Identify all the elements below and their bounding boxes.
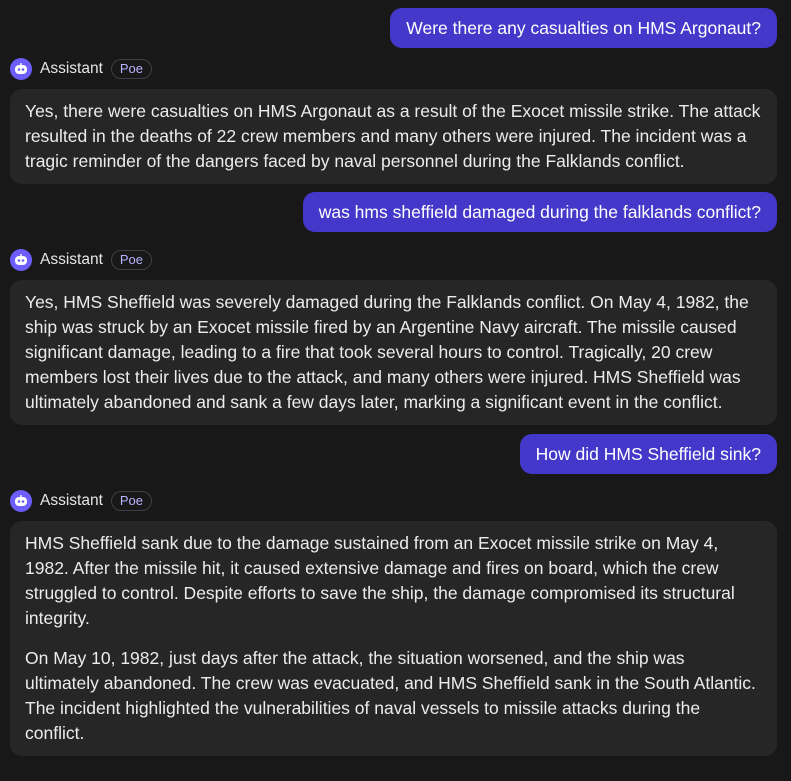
user-message-row: How did HMS Sheffield sink? — [0, 434, 791, 474]
chat-thread: Were there any casualties on HMS Argonau… — [0, 0, 791, 781]
assistant-message: Yes, there were casualties on HMS Argona… — [10, 89, 777, 184]
user-message-row: was hms sheffield damaged during the fal… — [0, 192, 791, 232]
assistant-name[interactable]: Assistant — [40, 60, 103, 78]
assistant-message: Yes, HMS Sheffield was severely damaged … — [10, 280, 777, 425]
assistant-message: HMS Sheffield sank due to the damage sus… — [10, 521, 777, 756]
user-message-row: Were there any casualties on HMS Argonau… — [0, 0, 791, 48]
user-message[interactable]: was hms sheffield damaged during the fal… — [302, 192, 777, 232]
user-message[interactable]: Were there any casualties on HMS Argonau… — [390, 8, 777, 48]
assistant-name[interactable]: Assistant — [40, 492, 103, 510]
message-paragraph: Yes, there were casualties on HMS Argona… — [25, 101, 761, 171]
message-paragraph: Yes, HMS Sheffield was severely damaged … — [25, 292, 749, 412]
user-message[interactable]: How did HMS Sheffield sink? — [519, 434, 777, 474]
bot-badge: Poe — [110, 250, 153, 270]
bot-badge: Poe — [110, 59, 153, 79]
bot-badge: Poe — [110, 491, 153, 511]
message-paragraph: On May 10, 1982, just days after the att… — [25, 648, 756, 743]
assistant-name[interactable]: Assistant — [40, 251, 103, 269]
message-paragraph: HMS Sheffield sank due to the damage sus… — [25, 533, 735, 628]
assistant-header: Assistant Poe — [0, 56, 791, 82]
assistant-header: Assistant Poe — [0, 488, 791, 514]
robot-icon[interactable] — [10, 249, 32, 271]
assistant-header: Assistant Poe — [0, 247, 791, 273]
robot-icon[interactable] — [10, 58, 32, 80]
robot-icon[interactable] — [10, 490, 32, 512]
